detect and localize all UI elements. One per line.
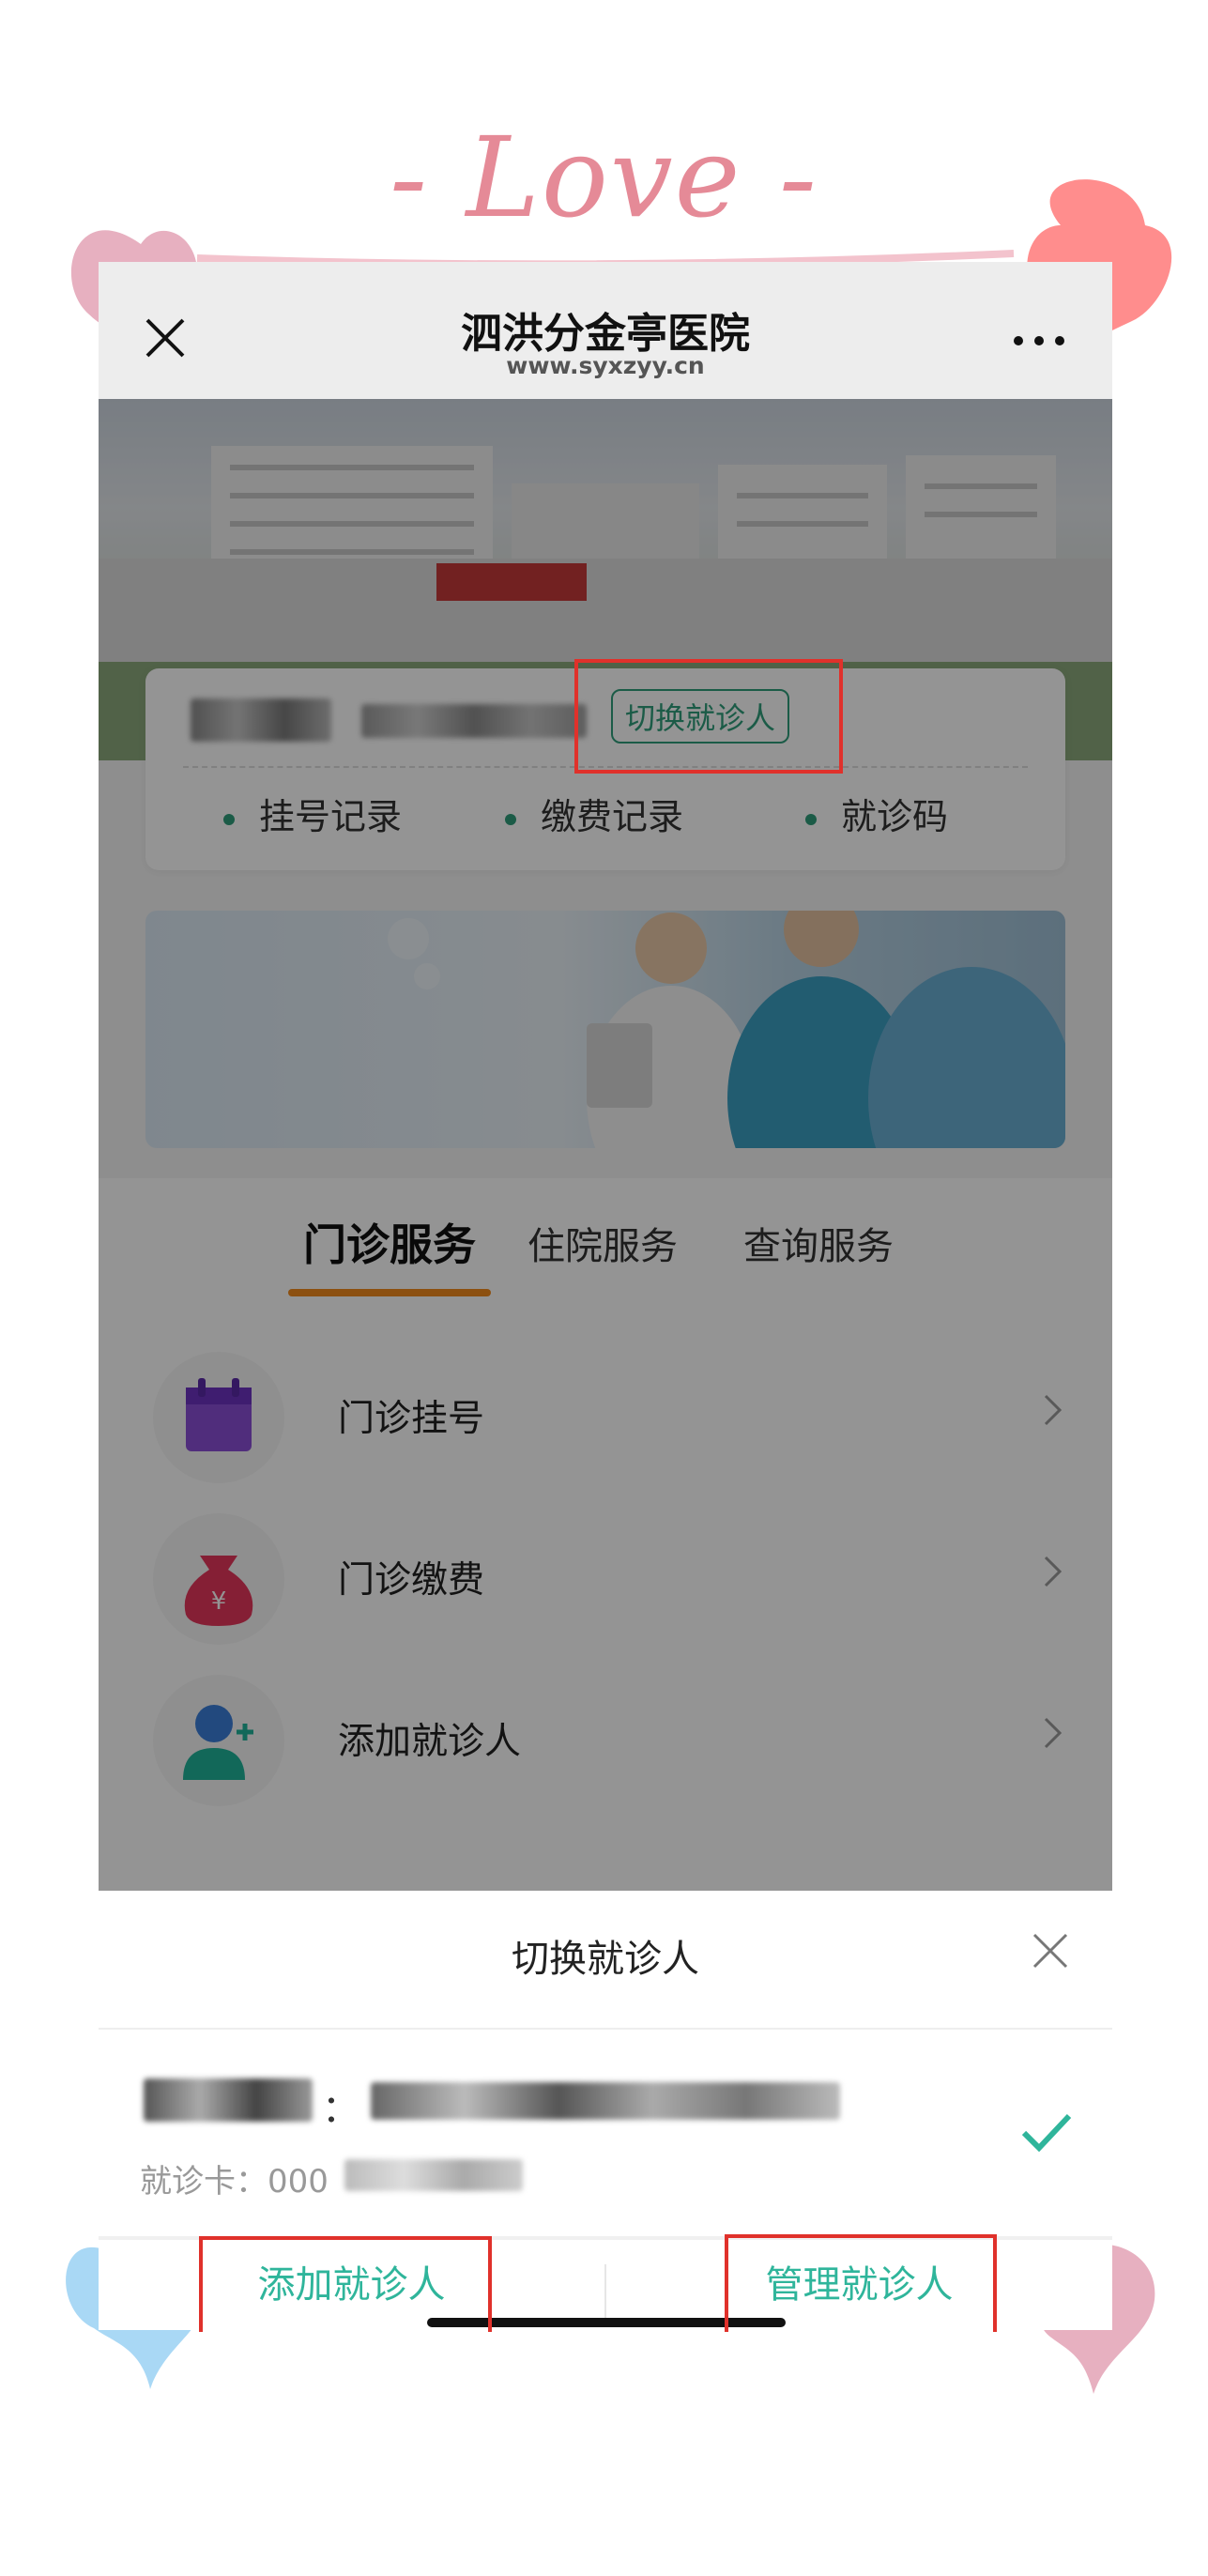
sheet-title: 切换就诊人 xyxy=(512,1938,699,1981)
patient-name-redacted xyxy=(144,2078,313,2122)
highlight-manage-patient xyxy=(725,2234,997,2332)
highlight-switch-patient xyxy=(574,659,843,774)
highlight-add-patient xyxy=(199,2236,492,2332)
more-icon[interactable] xyxy=(1013,335,1065,346)
card-label: 就诊卡：000 xyxy=(140,2155,329,2201)
page-title: 泗洪分金亭医院 xyxy=(461,310,750,358)
phone-screen: 切换就诊人 挂号记录 缴费记录 就诊码 门诊服务 住院服务 查询服务 门诊挂号 … xyxy=(99,262,1112,2330)
page-url: www.syxzyy.cn xyxy=(506,352,705,379)
check-icon xyxy=(1021,2113,1072,2153)
patient-id-redacted xyxy=(371,2082,840,2120)
love-script-text: - Love - xyxy=(390,113,818,242)
card-number-prefix: 000 xyxy=(268,2163,329,2200)
card-number-redacted xyxy=(344,2159,523,2191)
close-icon[interactable] xyxy=(1032,1932,1069,1970)
modal-backdrop[interactable] xyxy=(99,262,1112,1891)
wechat-header: 泗洪分金亭医院 www.syxzyy.cn xyxy=(99,262,1112,399)
card-label-text: 就诊卡： xyxy=(140,2163,268,2200)
patient-list-item[interactable]: ： 就诊卡：000 xyxy=(99,2030,1112,2236)
name-colon: ： xyxy=(322,2088,359,2131)
